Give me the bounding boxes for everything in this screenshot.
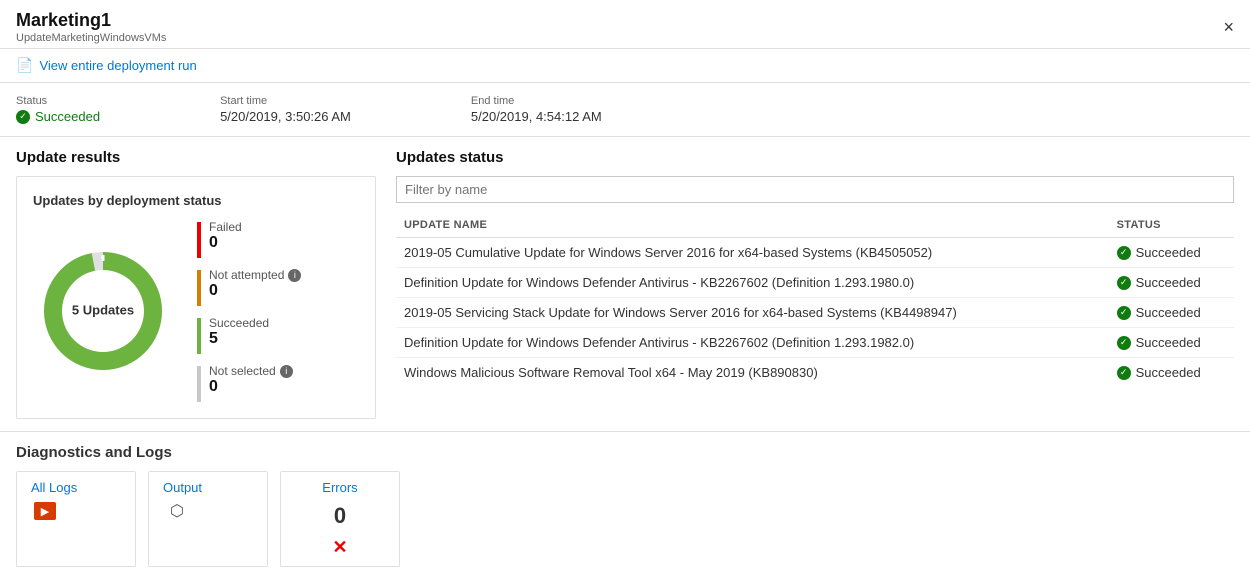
success-icon: ✓: [1117, 336, 1131, 350]
update-results-title: Update results: [16, 149, 376, 166]
not-attempted-label: Not attempted i: [209, 268, 301, 282]
table-row: Definition Update for Windows Defender A…: [396, 268, 1234, 298]
updates-table: UPDATE NAME STATUS 2019-05 Cumulative Up…: [396, 213, 1234, 387]
success-icon: ✓: [1117, 306, 1131, 320]
window-title: Marketing1: [16, 10, 166, 31]
succeeded-icon: ✓: [16, 110, 30, 124]
success-icon: ✓: [1117, 276, 1131, 290]
diag-cards: All Logs ▶ Output ⬡ Errors 0 ✕: [16, 471, 1234, 567]
errors-label[interactable]: Errors: [322, 480, 357, 495]
status-text: Succeeded: [35, 109, 100, 124]
left-panel: Update results Updates by deployment sta…: [16, 149, 376, 419]
not-attempted-count: 0: [209, 282, 301, 300]
failed-count: 0: [209, 234, 242, 252]
legend-succeeded: Succeeded 5: [197, 316, 301, 354]
updates-status-title: Updates status: [396, 149, 1234, 166]
update-name-cell: Windows Malicious Software Removal Tool …: [396, 358, 1109, 388]
success-icon: ✓: [1117, 366, 1131, 380]
status-cell: ✓ Succeeded: [1109, 298, 1234, 328]
all-logs-label[interactable]: All Logs: [31, 480, 77, 495]
table-row: Windows Malicious Software Removal Tool …: [396, 358, 1234, 388]
failed-label: Failed: [209, 220, 242, 234]
right-panel: Updates status UPDATE NAME STATUS 2019-0…: [396, 149, 1234, 419]
chart-content: 5 Updates Failed 0 Not: [33, 220, 359, 402]
status-value-text: Succeeded: [1136, 245, 1201, 260]
update-name-cell: 2019-05 Servicing Stack Update for Windo…: [396, 298, 1109, 328]
failed-bar: [197, 222, 201, 258]
title-bar: Marketing1 UpdateMarketingWindowsVMs ×: [0, 0, 1250, 49]
legend-not-selected: Not selected i 0: [197, 364, 301, 402]
status-cell: ✓ Succeeded: [1109, 238, 1234, 268]
error-count: 0: [334, 503, 346, 529]
donut-chart: 5 Updates: [33, 241, 173, 381]
status-cell: ✓ Succeeded: [1109, 268, 1234, 298]
status-cell: ✓ Succeeded: [1109, 358, 1234, 388]
error-x-icon: ✕: [332, 537, 347, 558]
legend: Failed 0 Not attempted i 0: [197, 220, 301, 402]
legend-succeeded-text: Succeeded 5: [209, 316, 269, 348]
not-selected-label: Not selected i: [209, 364, 293, 378]
update-name-cell: Definition Update for Windows Defender A…: [396, 328, 1109, 358]
not-attempted-info-icon[interactable]: i: [288, 269, 301, 282]
output-card[interactable]: Output ⬡: [148, 471, 268, 567]
start-time-item: Start time 5/20/2019, 3:50:26 AM: [220, 95, 351, 124]
table-header-row: UPDATE NAME STATUS: [396, 213, 1234, 238]
all-logs-card[interactable]: All Logs ▶: [16, 471, 136, 567]
update-name-cell: Definition Update for Windows Defender A…: [396, 268, 1109, 298]
chart-box: Updates by deployment status 5 Updates: [16, 176, 376, 419]
status-value-text: Succeeded: [1136, 275, 1201, 290]
end-time-label: End time: [471, 95, 602, 107]
not-selected-count: 0: [209, 378, 293, 396]
legend-not-selected-text: Not selected i 0: [209, 364, 293, 396]
status-value: ✓ Succeeded: [16, 109, 100, 124]
document-icon: 📄: [16, 57, 33, 74]
diagnostics-title: Diagnostics and Logs: [16, 444, 1234, 461]
link-bar: 📄 View entire deployment run: [0, 49, 1250, 83]
end-time-value: 5/20/2019, 4:54:12 AM: [471, 109, 602, 124]
table-row: Definition Update for Windows Defender A…: [396, 328, 1234, 358]
legend-failed-text: Failed 0: [209, 220, 242, 252]
all-logs-icon: ▶: [31, 501, 59, 521]
not-selected-info-icon[interactable]: i: [280, 365, 293, 378]
window-subtitle: UpdateMarketingWindowsVMs: [16, 32, 166, 44]
close-button[interactable]: ×: [1223, 17, 1234, 38]
status-value-text: Succeeded: [1136, 365, 1201, 380]
legend-failed: Failed 0: [197, 220, 301, 258]
start-time-label: Start time: [220, 95, 351, 107]
succeeded-count: 5: [209, 330, 269, 348]
table-row: 2019-05 Cumulative Update for Windows Se…: [396, 238, 1234, 268]
chart-title: Updates by deployment status: [33, 193, 359, 208]
donut-label: 5 Updates: [72, 303, 134, 320]
output-icon: ⬡: [163, 501, 191, 521]
main-content: Update results Updates by deployment sta…: [0, 137, 1250, 431]
output-label[interactable]: Output: [163, 480, 202, 495]
legend-not-attempted: Not attempted i 0: [197, 268, 301, 306]
update-name-cell: 2019-05 Cumulative Update for Windows Se…: [396, 238, 1109, 268]
orange-square-icon: ▶: [34, 502, 56, 520]
table-row: 2019-05 Servicing Stack Update for Windo…: [396, 298, 1234, 328]
not-selected-bar: [197, 366, 201, 402]
errors-card[interactable]: Errors 0 ✕: [280, 471, 400, 567]
status-item: Status ✓ Succeeded: [16, 95, 100, 124]
succeeded-bar: [197, 318, 201, 354]
legend-not-attempted-text: Not attempted i 0: [209, 268, 301, 300]
col-status: STATUS: [1109, 213, 1234, 238]
status-value-text: Succeeded: [1136, 305, 1201, 320]
succeeded-label: Succeeded: [209, 316, 269, 330]
status-label: Status: [16, 95, 100, 107]
status-row: Status ✓ Succeeded Start time 5/20/2019,…: [0, 83, 1250, 137]
status-cell: ✓ Succeeded: [1109, 328, 1234, 358]
start-time-value: 5/20/2019, 3:50:26 AM: [220, 109, 351, 124]
col-update-name: UPDATE NAME: [396, 213, 1109, 238]
not-attempted-bar: [197, 270, 201, 306]
end-time-item: End time 5/20/2019, 4:54:12 AM: [471, 95, 602, 124]
success-icon: ✓: [1117, 246, 1131, 260]
title-bar-left: Marketing1 UpdateMarketingWindowsVMs: [16, 10, 166, 44]
status-value-text: Succeeded: [1136, 335, 1201, 350]
view-deployment-link[interactable]: 📄 View entire deployment run: [16, 57, 197, 74]
filter-input[interactable]: [396, 176, 1234, 203]
